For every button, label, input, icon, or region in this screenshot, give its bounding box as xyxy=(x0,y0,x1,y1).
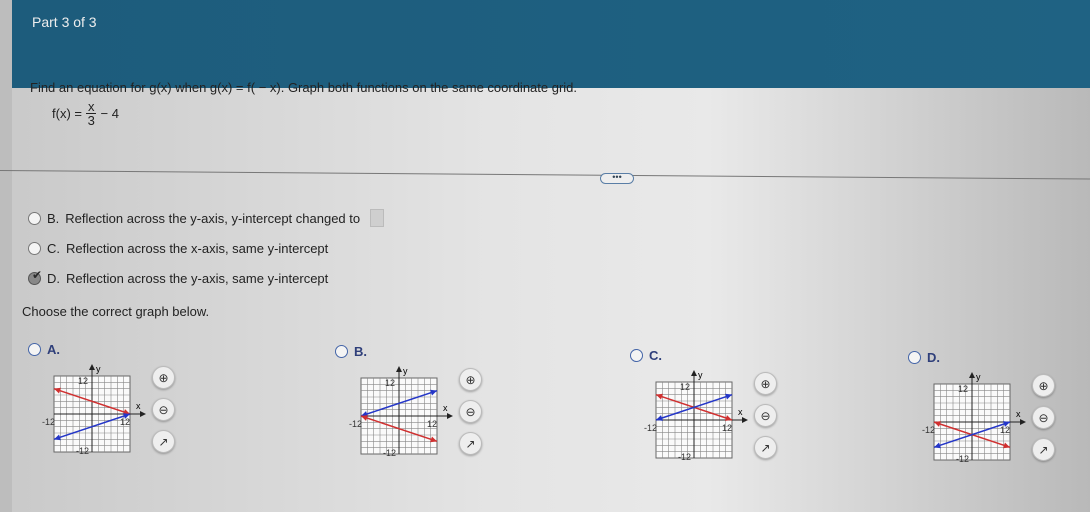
x-min-tick: -12 xyxy=(349,419,362,429)
zoom-out-icon[interactable]: ⊖ xyxy=(754,404,777,427)
external-link-icon[interactable]: ↗ xyxy=(152,430,175,453)
y-axis-arrow xyxy=(89,364,95,370)
external-link-icon[interactable]: ↗ xyxy=(754,436,777,459)
option-text: Reflection across the y-axis, same y-int… xyxy=(66,271,329,286)
fraction: x3 xyxy=(85,99,97,128)
radio-button[interactable] xyxy=(28,242,41,255)
y-axis-arrow xyxy=(396,366,402,372)
zoom-in-icon[interactable]: ⊕ xyxy=(152,366,175,389)
y-max-tick: 12 xyxy=(385,378,395,388)
x-axis-arrow xyxy=(140,411,146,417)
graph-tools: ⊕ ⊖ ↗ xyxy=(459,368,482,455)
x-axis-label: x xyxy=(738,407,743,417)
answer-input-box[interactable] xyxy=(370,209,385,227)
divider xyxy=(0,170,1090,180)
y-min-tick: -12 xyxy=(956,454,969,464)
y-axis-label: y xyxy=(976,372,981,382)
y-max-tick: 12 xyxy=(78,376,88,386)
y-min-tick: -12 xyxy=(76,446,89,456)
x-max-tick: 12 xyxy=(1000,425,1010,435)
radio-button[interactable] xyxy=(335,345,348,358)
answer-option-d[interactable]: ✔ D. Reflection across the y-axis, same … xyxy=(28,268,329,286)
question-prompt: Find an equation for g(x) when g(x) = f(… xyxy=(30,80,578,95)
x-axis-label: x xyxy=(1016,409,1021,419)
x-min-tick: -12 xyxy=(922,425,935,435)
option-letter: B. xyxy=(354,344,367,359)
y-axis-label: y xyxy=(403,366,408,376)
graph-d: y x 12 -12 -12 12 xyxy=(912,372,1032,477)
f-rest: − 4 xyxy=(100,106,119,121)
y-axis-label: y xyxy=(698,370,703,380)
y-max-tick: 12 xyxy=(958,384,968,394)
x-axis-label: x xyxy=(136,401,141,411)
y-max-tick: 12 xyxy=(680,382,690,392)
graph-option-a[interactable]: A. xyxy=(28,342,60,357)
y-min-tick: -12 xyxy=(383,448,396,458)
zoom-in-icon[interactable]: ⊕ xyxy=(1032,374,1055,397)
option-letter: C. xyxy=(47,241,60,256)
option-text: Reflection across the y-axis, y-intercep… xyxy=(65,210,361,226)
x-max-tick: 12 xyxy=(120,417,130,427)
y-axis-arrow xyxy=(969,372,975,378)
y-axis-label: y xyxy=(96,364,101,374)
fraction-denominator: 3 xyxy=(87,113,95,128)
x-max-tick: 12 xyxy=(722,423,732,433)
graph-a: y x 12 -12 -12 12 xyxy=(32,364,152,469)
answer-option-c[interactable]: C. Reflection across the x-axis, same y-… xyxy=(28,241,328,256)
radio-button[interactable] xyxy=(908,351,921,364)
option-letter: C. xyxy=(649,348,662,363)
graph-c: y x 12 -12 -12 12 xyxy=(634,370,754,475)
radio-button[interactable] xyxy=(28,343,41,356)
f-lhs: f(x) = xyxy=(52,106,82,121)
option-text: Reflection across the x-axis, same y-int… xyxy=(66,241,329,256)
part-indicator: Part 3 of 3 xyxy=(32,14,97,30)
x-min-tick: -12 xyxy=(42,417,55,427)
fraction-numerator: x xyxy=(85,99,97,114)
zoom-in-icon[interactable]: ⊕ xyxy=(754,372,777,395)
graph-option-d[interactable]: D. xyxy=(908,350,940,365)
x-axis-arrow xyxy=(447,413,453,419)
radio-button-selected[interactable]: ✔ xyxy=(28,268,42,285)
y-min-tick: -12 xyxy=(678,452,691,462)
zoom-out-icon[interactable]: ⊖ xyxy=(459,400,482,423)
function-definition: f(x) = x3 − 4 xyxy=(52,100,119,127)
radio-button[interactable] xyxy=(630,349,643,362)
header-bar: Part 3 of 3 xyxy=(12,0,1090,88)
option-letter: A. xyxy=(47,342,60,357)
option-letter: D. xyxy=(47,271,60,286)
graph-option-b[interactable]: B. xyxy=(335,344,367,359)
left-edge xyxy=(0,0,12,512)
graph-tools: ⊕ ⊖ ↗ xyxy=(152,366,175,453)
x-max-tick: 12 xyxy=(427,419,437,429)
zoom-in-icon[interactable]: ⊕ xyxy=(459,368,482,391)
checkmark-icon: ✔ xyxy=(32,268,43,282)
choose-prompt: Choose the correct graph below. xyxy=(22,304,210,319)
answer-option-b[interactable]: B. Reflection across the y-axis, y-inter… xyxy=(28,209,385,227)
x-axis-label: x xyxy=(443,403,448,413)
graph-tools: ⊕ ⊖ ↗ xyxy=(1032,374,1055,461)
option-letter: D. xyxy=(927,350,940,365)
zoom-out-icon[interactable]: ⊖ xyxy=(1032,406,1055,429)
radio-button[interactable] xyxy=(28,211,41,225)
zoom-out-icon[interactable]: ⊖ xyxy=(152,398,175,421)
more-button[interactable]: ••• xyxy=(600,173,634,184)
graph-tools: ⊕ ⊖ ↗ xyxy=(754,372,777,459)
x-axis-arrow xyxy=(742,417,748,423)
y-axis-arrow xyxy=(691,370,697,376)
x-min-tick: -12 xyxy=(644,423,657,433)
x-axis-arrow xyxy=(1020,419,1026,425)
external-link-icon[interactable]: ↗ xyxy=(459,432,482,455)
option-letter: B. xyxy=(47,210,60,226)
external-link-icon[interactable]: ↗ xyxy=(1032,438,1055,461)
graph-b: y x 12 -12 -12 12 xyxy=(339,366,459,471)
graph-option-c[interactable]: C. xyxy=(630,348,662,363)
